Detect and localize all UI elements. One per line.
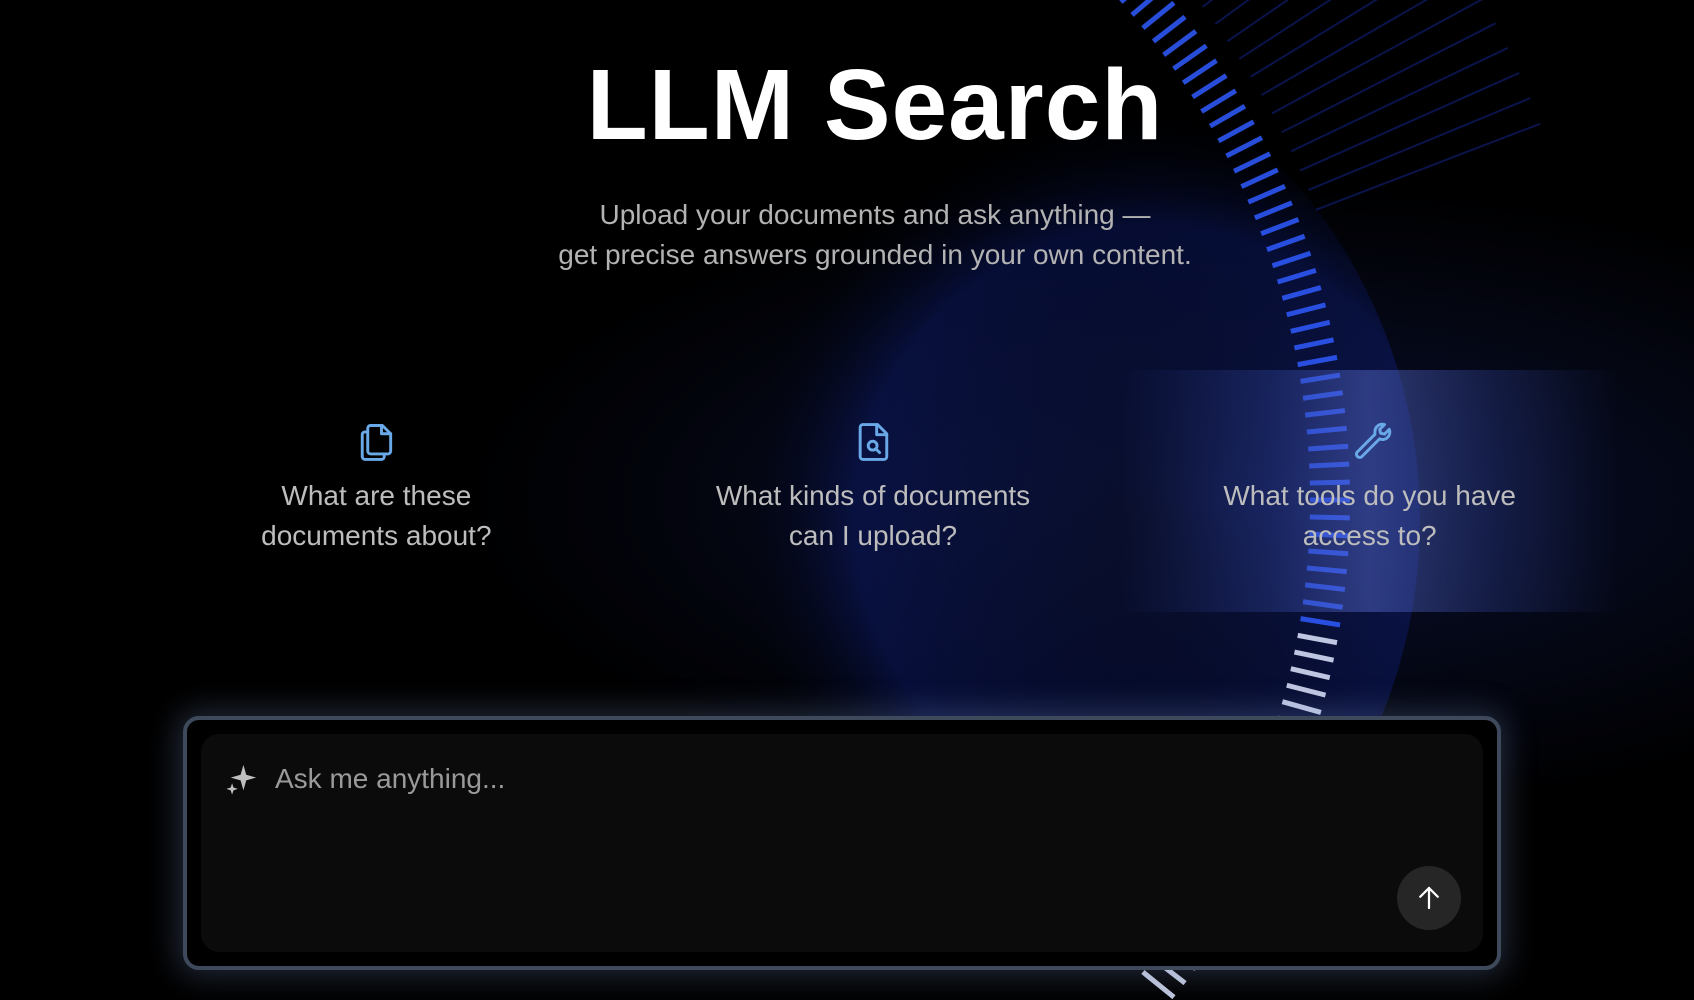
ring-tick: [1130, 0, 1154, 17]
wrench-icon: [1354, 422, 1391, 459]
suggestion-tools-access[interactable]: What tools do you have access to?: [1121, 370, 1619, 612]
ring-tick: [1240, 167, 1279, 189]
ring-ray: [1226, 0, 1290, 43]
ring-tick: [1286, 682, 1327, 698]
page-title: LLM Search: [586, 49, 1164, 161]
ring-tick: [1290, 319, 1331, 334]
file-search-icon: [858, 423, 889, 461]
chat-input-box[interactable]: [201, 734, 1483, 952]
ring-tick: [1293, 337, 1335, 351]
sparkles-icon: [226, 764, 257, 795]
ring-ray: [1202, 0, 1214, 8]
suggestion-label-line: What tools do you have: [1223, 480, 1516, 511]
ring-tick: [1141, 970, 1176, 1000]
ring-tick: [1300, 616, 1341, 628]
ring-tick: [1290, 666, 1331, 681]
suggestion-documents-about[interactable]: What are these documents about?: [128, 370, 625, 612]
suggestion-label: What kinds of documents can I upload?: [683, 476, 1063, 556]
ring-tick: [1281, 699, 1322, 715]
ring-tick: [1119, 0, 1127, 4]
page-subtitle: Upload your documents and ask anything —…: [0, 195, 1694, 275]
ring-ray: [1214, 0, 1250, 25]
suggestion-document-kinds[interactable]: What kinds of documents can I upload?: [625, 370, 1122, 612]
suggestion-label: What are these documents about?: [186, 476, 566, 556]
documents-icon: [361, 424, 393, 461]
page: LLM Search Upload your documents and ask…: [0, 0, 1694, 1000]
ring-tick: [1281, 285, 1322, 301]
subtitle-line-1: Upload your documents and ask anything —: [599, 199, 1151, 230]
chat-input[interactable]: [273, 756, 1397, 802]
ring-tick: [1141, 0, 1176, 30]
suggestion-label-line: can I upload?: [788, 520, 958, 551]
suggestion-label-line: access to?: [1302, 520, 1437, 551]
ring-tick: [1293, 649, 1335, 663]
subtitle-line-2: get precise answers grounded in your own…: [558, 239, 1192, 270]
ring-tick: [1297, 354, 1338, 368]
suggestion-label-line: documents about?: [261, 520, 492, 551]
send-button[interactable]: [1397, 866, 1461, 930]
ring-tick: [1297, 632, 1338, 646]
ring-tick: [1151, 14, 1187, 44]
suggestion-label-line: What kinds of documents: [715, 480, 1031, 511]
suggestion-label-line: What are these: [281, 480, 472, 511]
suggestion-label: What tools do you have access to?: [1180, 476, 1560, 556]
suggestion-list: What are these documents about? What kin…: [128, 370, 1619, 612]
arrow-up-icon: [1419, 886, 1439, 910]
ring-tick: [1286, 302, 1327, 318]
chat-input-panel: [183, 716, 1501, 970]
